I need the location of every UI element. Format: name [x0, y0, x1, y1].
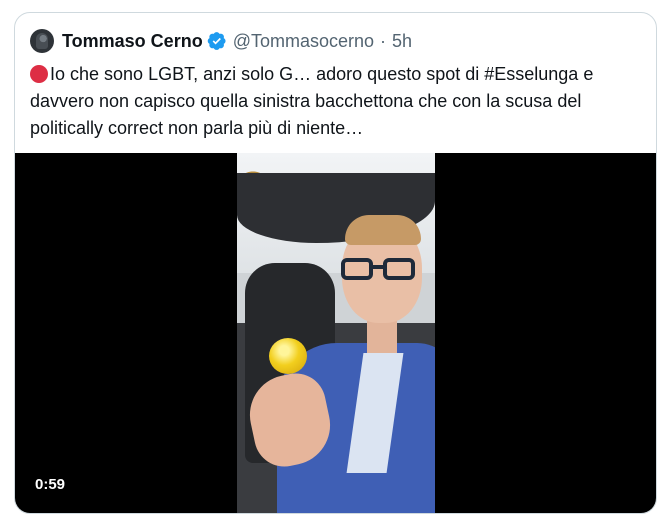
video-player[interactable]: 0:59: [15, 153, 656, 513]
tweet-text: Io che sono LGBT, anzi solo G… adoro que…: [30, 64, 594, 138]
tweet-card[interactable]: Tommaso Cerno @Tommasocerno · 5h Io che …: [14, 12, 657, 514]
separator-dot: ·: [380, 30, 387, 51]
video-duration: 0:59: [29, 473, 72, 496]
tweet-timestamp[interactable]: 5h: [392, 31, 412, 52]
avatar[interactable]: [30, 29, 54, 53]
video-thumbnail: [237, 153, 435, 513]
tweet-header: Tommaso Cerno @Tommasocerno · 5h: [30, 28, 412, 54]
author-name[interactable]: Tommaso Cerno: [62, 31, 203, 52]
red-circle-icon: [30, 65, 48, 83]
verified-badge-icon: [207, 32, 226, 50]
tweet-text-container: Io che sono LGBT, anzi solo G… adoro que…: [30, 61, 645, 142]
author-handle[interactable]: @Tommasocerno: [233, 31, 374, 52]
